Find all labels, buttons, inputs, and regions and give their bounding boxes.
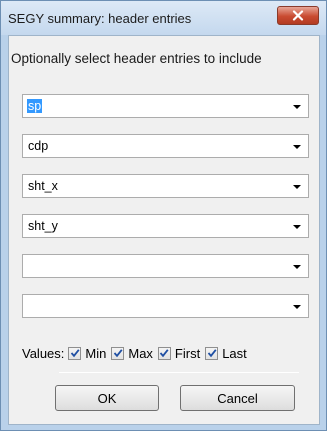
cancel-button[interactable]: Cancel: [180, 385, 295, 411]
first-label[interactable]: First: [175, 346, 200, 361]
last-checkbox-group[interactable]: Last: [205, 346, 247, 361]
chevron-down-icon[interactable]: [293, 105, 301, 109]
chevron-down-icon[interactable]: [293, 145, 301, 149]
combo-value: cdp: [28, 139, 49, 153]
checkmark-icon: [207, 349, 217, 358]
chevron-down-icon[interactable]: [293, 225, 301, 229]
header-entry-combo-3[interactable]: sht_x: [22, 174, 309, 198]
checkmark-icon: [70, 349, 80, 358]
window-title: SEGY summary: header entries: [8, 11, 192, 26]
title-bar[interactable]: SEGY summary: header entries: [1, 1, 326, 35]
combo-value: sht_y: [28, 219, 58, 233]
checkmark-icon: [113, 349, 123, 358]
chevron-down-icon[interactable]: [293, 265, 301, 269]
min-label[interactable]: Min: [85, 346, 106, 361]
values-label: Values:: [22, 345, 65, 361]
min-checkbox-group[interactable]: Min: [68, 346, 106, 361]
last-checkbox[interactable]: [205, 346, 219, 360]
combo-value: sp: [27, 99, 43, 113]
max-checkbox[interactable]: [111, 346, 125, 360]
max-checkbox-group[interactable]: Max: [111, 346, 153, 361]
values-row: Values: Min Max First Last: [22, 343, 252, 363]
header-entry-combo-2[interactable]: cdp: [22, 134, 309, 158]
last-label[interactable]: Last: [222, 346, 247, 361]
close-button[interactable]: [277, 6, 319, 25]
header-entry-combo-1[interactable]: sp: [22, 94, 309, 118]
dialog-window: SEGY summary: header entries Optionally …: [0, 0, 327, 431]
dialog-body: Optionally select header entries to incl…: [8, 35, 320, 425]
separator: [59, 372, 299, 373]
header-entry-combo-6[interactable]: [22, 294, 309, 318]
ok-button[interactable]: OK: [55, 385, 159, 411]
header-entry-combo-5[interactable]: [22, 254, 309, 278]
chevron-down-icon[interactable]: [293, 185, 301, 189]
header-entry-combo-4[interactable]: sht_y: [22, 214, 309, 238]
chevron-down-icon[interactable]: [293, 305, 301, 309]
close-icon: [292, 10, 304, 21]
checkmark-icon: [160, 349, 169, 358]
combo-value: sht_x: [28, 179, 58, 193]
min-checkbox[interactable]: [68, 346, 82, 360]
first-checkbox-group[interactable]: First: [157, 346, 200, 361]
instruction-text: Optionally select header entries to incl…: [11, 51, 262, 66]
max-label[interactable]: Max: [128, 346, 153, 361]
first-checkbox[interactable]: [157, 346, 171, 360]
